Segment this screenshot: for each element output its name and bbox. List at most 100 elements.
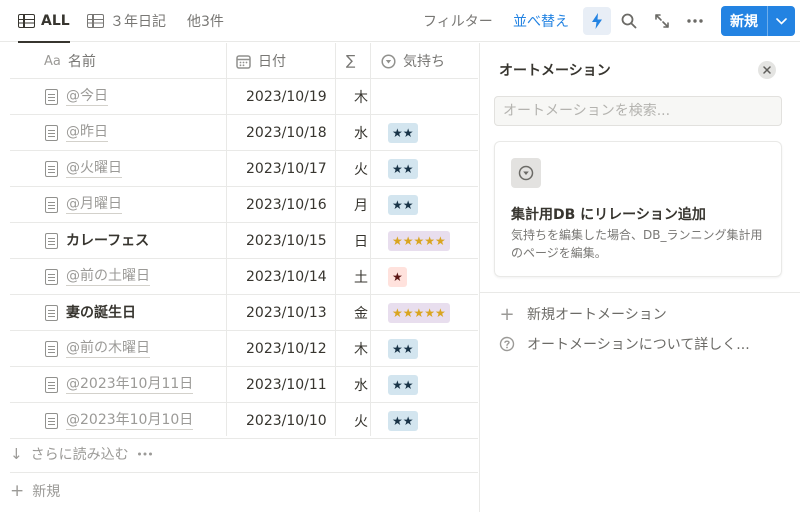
expand-button[interactable] xyxy=(648,7,676,35)
table-row[interactable]: 妻の誕生日 2023/10/13 金 ★★★★★ xyxy=(10,295,478,331)
table-row[interactable]: @月曜日 2023/10/16 月 ★★ xyxy=(10,187,478,223)
more-icon xyxy=(687,19,703,23)
table-row[interactable]: @前の木曜日 2023/10/12 木 ★★ xyxy=(10,331,478,367)
tab-3-year-diary[interactable]: ３年日記 xyxy=(87,0,166,42)
column-header-formula[interactable]: ∑ xyxy=(346,43,355,79)
mood-cell[interactable]: ★★ xyxy=(379,151,418,186)
date-cell[interactable]: 2023/10/11 xyxy=(236,367,327,402)
more-options-button[interactable] xyxy=(681,7,709,35)
name-cell[interactable]: @月曜日 xyxy=(45,187,122,222)
name-cell[interactable]: カレーフェス xyxy=(45,223,149,258)
name-cell[interactable]: @2023年10月10日 xyxy=(45,403,194,438)
page-icon xyxy=(45,232,58,249)
mood-tag: ★★ xyxy=(388,338,418,359)
tab-more-views[interactable]: 他3件 xyxy=(187,0,224,42)
weekday-cell: 日 xyxy=(354,233,368,250)
weekday-cell: 金 xyxy=(354,305,368,322)
weekday-cell: 木 xyxy=(354,341,368,358)
mood-cell[interactable]: ★★ xyxy=(379,187,418,222)
help-icon xyxy=(499,336,515,352)
weekday-cell: 土 xyxy=(354,269,368,286)
sort-button[interactable]: 並べ替え xyxy=(513,0,569,42)
column-header-mood[interactable]: 気持ち xyxy=(381,43,445,79)
name-cell[interactable]: @今日 xyxy=(45,79,108,114)
mood-cell[interactable]: ★★ xyxy=(379,367,418,402)
mood-cell[interactable]: ★★ xyxy=(379,331,418,366)
more-icon[interactable] xyxy=(137,451,153,457)
table-row[interactable]: カレーフェス 2023/10/15 日 ★★★★★ xyxy=(10,223,478,259)
name-cell[interactable]: @火曜日 xyxy=(45,151,122,186)
tab-all[interactable]: ALL xyxy=(18,0,70,43)
column-header-date[interactable]: 日付 xyxy=(236,43,286,79)
page-icon xyxy=(45,88,58,105)
footer-divider xyxy=(10,472,478,473)
close-icon xyxy=(763,66,771,74)
mood-cell[interactable]: ★ xyxy=(379,259,407,294)
close-panel-button[interactable] xyxy=(758,61,776,79)
weekday-cell: 火 xyxy=(354,413,368,430)
filter-button[interactable]: フィルター xyxy=(423,0,493,42)
date-cell[interactable]: 2023/10/14 xyxy=(236,259,327,294)
page-icon xyxy=(45,268,58,285)
weekday-cell: 水 xyxy=(354,377,368,394)
learn-automation-link[interactable]: オートメーションについて詳しく... xyxy=(499,332,750,356)
date-cell[interactable]: 2023/10/17 xyxy=(236,151,327,186)
name-cell[interactable]: @前の土曜日 xyxy=(45,259,150,294)
date-cell[interactable]: 2023/10/12 xyxy=(236,331,327,366)
automation-search-input[interactable] xyxy=(494,96,782,126)
mood-cell[interactable]: ★★★★★ xyxy=(379,295,450,330)
select-icon xyxy=(381,53,396,69)
lightning-icon xyxy=(592,13,602,29)
name-cell[interactable]: @2023年10月11日 xyxy=(45,367,194,402)
load-more-button[interactable]: ↓ さらに読み込む xyxy=(10,444,478,464)
name-cell[interactable]: 妻の誕生日 xyxy=(45,295,136,330)
learn-automation-label: オートメーションについて詳しく... xyxy=(527,337,750,353)
weekday-cell: 木 xyxy=(354,89,368,106)
table-row[interactable]: @今日 2023/10/19 木 xyxy=(10,79,478,115)
page-icon xyxy=(45,376,58,393)
sort-label: 並べ替え xyxy=(513,14,569,30)
automation-trigger-icon xyxy=(511,158,541,188)
page-icon xyxy=(45,304,58,321)
date-cell[interactable]: 2023/10/18 xyxy=(236,115,327,150)
mood-cell[interactable]: ★★★★★ xyxy=(379,223,450,258)
table-row[interactable]: @火曜日 2023/10/17 火 ★★ xyxy=(10,151,478,187)
table-icon xyxy=(18,14,35,28)
automation-button[interactable] xyxy=(583,7,611,35)
select-icon xyxy=(518,165,534,181)
row-name: @火曜日 xyxy=(66,160,122,178)
automation-card-title: 集計用DB にリレーション追加 xyxy=(511,207,706,223)
mood-cell[interactable]: ★★ xyxy=(379,403,418,438)
plus-icon: + xyxy=(10,481,25,501)
add-row-button[interactable]: + 新規 xyxy=(10,481,478,501)
weekday-cell: 水 xyxy=(354,125,368,142)
mood-tag: ★★ xyxy=(388,122,418,143)
name-cell[interactable]: @前の木曜日 xyxy=(45,331,150,366)
date-cell[interactable]: 2023/10/10 xyxy=(236,403,327,438)
automation-card[interactable]: 集計用DB にリレーション追加 気持ちを編集した場合、DB_ランニング集計用のペ… xyxy=(494,141,782,277)
date-cell[interactable]: 2023/10/15 xyxy=(236,223,327,258)
page-icon xyxy=(45,412,58,429)
date-cell[interactable]: 2023/10/19 xyxy=(236,79,327,114)
mood-cell[interactable]: ★★ xyxy=(379,115,418,150)
name-cell[interactable]: @昨日 xyxy=(45,115,108,150)
date-cell[interactable]: 2023/10/16 xyxy=(236,187,327,222)
arrow-down-icon: ↓ xyxy=(10,445,23,463)
table-row[interactable]: @前の土曜日 2023/10/14 土 ★ xyxy=(10,259,478,295)
table-row[interactable]: @2023年10月10日 2023/10/10 火 ★★ xyxy=(10,403,478,439)
row-name: @昨日 xyxy=(66,124,108,142)
search-button[interactable] xyxy=(615,7,643,35)
mood-cell[interactable] xyxy=(379,79,388,114)
column-header-mood-label: 気持ち xyxy=(403,54,445,70)
row-name: @今日 xyxy=(66,88,108,106)
date-cell[interactable]: 2023/10/13 xyxy=(236,295,327,330)
page-icon xyxy=(45,340,58,357)
new-automation-button[interactable]: + 新規オートメーション xyxy=(499,302,666,326)
new-button-dropdown[interactable] xyxy=(768,17,795,25)
row-name: カレーフェス xyxy=(66,232,150,249)
row-name: @2023年10月10日 xyxy=(66,412,194,430)
table-row[interactable]: @昨日 2023/10/18 水 ★★ xyxy=(10,115,478,151)
new-button[interactable]: 新規 xyxy=(721,6,795,36)
table-row[interactable]: @2023年10月11日 2023/10/11 水 ★★ xyxy=(10,367,478,403)
column-header-name[interactable]: Aa 名前 xyxy=(44,43,96,79)
